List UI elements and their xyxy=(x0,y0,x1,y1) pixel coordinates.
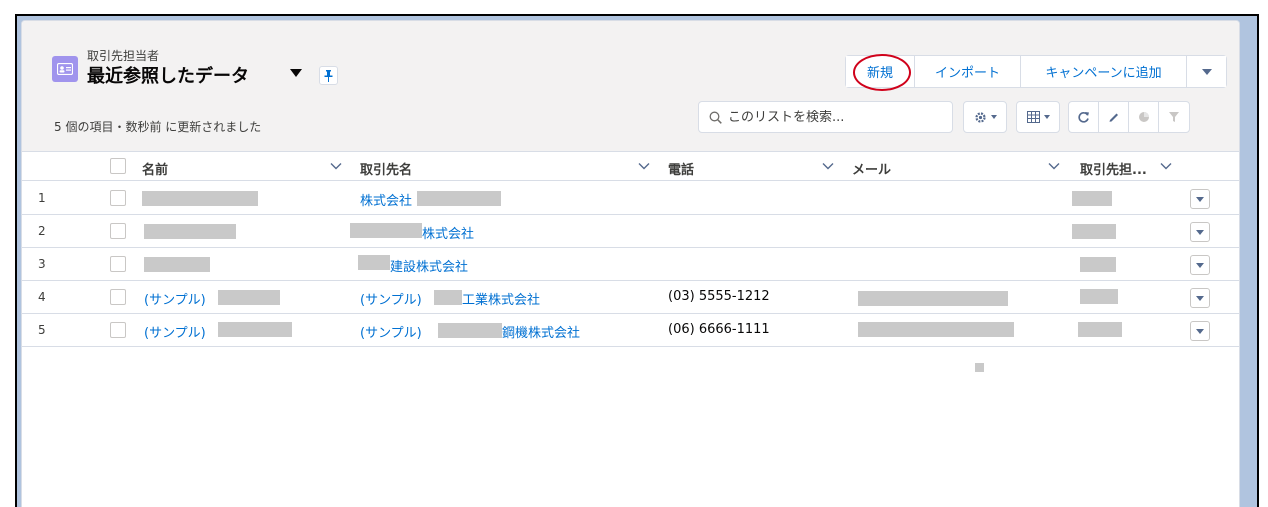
add-to-campaign-button[interactable]: キャンペーンに追加 xyxy=(1021,56,1187,87)
chart-icon xyxy=(1138,112,1149,122)
row-actions-button[interactable] xyxy=(1190,321,1210,341)
table-row: 1 株式会社 xyxy=(22,182,1239,215)
filters-button[interactable] xyxy=(1159,102,1189,132)
row-select-checkbox[interactable] xyxy=(110,322,126,338)
table-display-icon xyxy=(1026,111,1040,123)
column-header-name[interactable]: 名前 xyxy=(142,159,168,178)
chevron-down-icon[interactable] xyxy=(330,160,342,172)
contact-name-link[interactable]: (サンプル) xyxy=(144,322,206,341)
phone-value: (03) 5555-1212 xyxy=(668,289,770,304)
settings-gear-icon xyxy=(974,111,986,123)
redacted-name xyxy=(142,191,258,206)
inline-edit-button[interactable] xyxy=(1099,102,1129,132)
row-select-checkbox[interactable] xyxy=(110,256,126,272)
chevron-down-icon xyxy=(1196,262,1204,268)
list-view-card: 取引先担当者 最近参照したデータ 5 個の項目・数秒前 に更新されました 新規 … xyxy=(21,20,1240,507)
chevron-down-icon[interactable] xyxy=(638,160,650,172)
chevron-down-icon xyxy=(990,115,997,119)
row-actions-button[interactable] xyxy=(1190,222,1210,242)
table-row: 5 (サンプル) (サンプル) 鋼機株式会社 (06) 6666-1111 xyxy=(22,314,1239,347)
row-select-checkbox[interactable] xyxy=(110,223,126,239)
new-button[interactable]: 新規 xyxy=(846,54,915,91)
chevron-down-icon xyxy=(1201,68,1212,75)
chevron-down-icon[interactable] xyxy=(1160,160,1172,172)
chevron-down-icon[interactable] xyxy=(822,160,834,172)
redacted-name xyxy=(144,224,236,239)
chevron-down-icon xyxy=(1196,328,1204,334)
chevron-down-icon xyxy=(1196,229,1204,235)
redacted-email xyxy=(858,322,1014,337)
refresh-icon xyxy=(1078,111,1089,123)
loading-indicator xyxy=(975,363,984,372)
redacted-owner xyxy=(1072,191,1112,206)
account-name-link[interactable]: 株式会社 xyxy=(360,190,412,209)
contact-name-link[interactable]: (サンプル) xyxy=(144,289,206,308)
table-row: 2 株式会社 xyxy=(22,215,1239,248)
row-number: 5 xyxy=(38,323,46,337)
redacted-name xyxy=(144,257,210,272)
row-actions-button[interactable] xyxy=(1190,288,1210,308)
list-view-title[interactable]: 最近参照したデータ xyxy=(87,62,249,88)
row-select-checkbox[interactable] xyxy=(110,289,126,305)
row-number: 1 xyxy=(38,191,46,205)
row-number: 4 xyxy=(38,290,46,304)
redacted-email xyxy=(858,291,1008,306)
redacted-name xyxy=(218,290,280,305)
column-header-phone[interactable]: 電話 xyxy=(668,159,694,178)
table-row: 3 建設株式会社 xyxy=(22,248,1239,281)
table-header-row: 名前 取引先名 電話 メール 取引先担... xyxy=(22,152,1239,181)
redacted-account xyxy=(417,191,501,206)
account-prefix-link[interactable]: (サンプル) xyxy=(360,322,422,341)
redacted-account xyxy=(358,255,390,270)
list-search-input[interactable] xyxy=(728,109,948,125)
display-as-button[interactable] xyxy=(1016,101,1060,133)
redacted-name xyxy=(218,322,292,337)
table-row: 4 (サンプル) (サンプル) 工業株式会社 (03) 5555-1212 xyxy=(22,281,1239,314)
list-status-text: 5 個の項目・数秒前 に更新されました xyxy=(54,120,262,134)
phone-value: (06) 6666-1111 xyxy=(668,322,770,337)
redacted-owner xyxy=(1080,257,1116,272)
account-name-link[interactable]: 株式会社 xyxy=(422,223,474,242)
chevron-down-icon xyxy=(1043,115,1050,119)
filter-icon xyxy=(1169,112,1179,122)
row-number: 3 xyxy=(38,257,46,271)
redacted-owner xyxy=(1072,224,1116,239)
chevron-down-icon xyxy=(1196,295,1204,301)
action-button-group: 新規 インポート キャンペーンに追加 xyxy=(845,54,1227,91)
contact-object-icon xyxy=(52,56,78,82)
import-button[interactable]: インポート xyxy=(915,56,1021,87)
list-search-field[interactable] xyxy=(698,101,953,133)
column-header-account[interactable]: 取引先名 xyxy=(360,159,412,178)
list-view-header: 取引先担当者 最近参照したデータ 5 個の項目・数秒前 に更新されました 新規 … xyxy=(22,21,1239,152)
redacted-owner xyxy=(1078,322,1122,337)
row-actions-button[interactable] xyxy=(1190,255,1210,275)
row-number: 2 xyxy=(38,224,46,238)
list-tools-group xyxy=(1068,101,1190,133)
chevron-down-icon xyxy=(1196,196,1204,202)
list-view-switcher-chevron-icon[interactable] xyxy=(290,69,302,77)
redacted-owner xyxy=(1080,289,1118,304)
account-name-link[interactable]: 建設株式会社 xyxy=(390,256,468,275)
account-prefix-link[interactable]: (サンプル) xyxy=(360,289,422,308)
column-header-contact-owner[interactable]: 取引先担... xyxy=(1080,159,1147,178)
list-view-controls-button[interactable] xyxy=(963,101,1007,133)
redacted-account xyxy=(438,323,502,338)
pin-icon xyxy=(324,69,333,82)
search-icon xyxy=(709,111,722,124)
pin-list-view-button[interactable] xyxy=(319,66,338,85)
account-name-link[interactable]: 工業株式会社 xyxy=(462,289,540,308)
highlight-annotation xyxy=(853,54,911,91)
edit-pencil-icon xyxy=(1109,113,1118,122)
select-all-checkbox[interactable] xyxy=(110,158,126,174)
account-name-link[interactable]: 鋼機株式会社 xyxy=(502,322,580,341)
redacted-account xyxy=(434,290,462,305)
column-header-email[interactable]: メール xyxy=(852,159,891,178)
row-select-checkbox[interactable] xyxy=(110,190,126,206)
charts-button[interactable] xyxy=(1129,102,1159,132)
redacted-account xyxy=(350,223,422,238)
chevron-down-icon[interactable] xyxy=(1048,160,1060,172)
refresh-button[interactable] xyxy=(1069,102,1099,132)
row-actions-button[interactable] xyxy=(1190,189,1210,209)
more-actions-button[interactable] xyxy=(1187,56,1226,87)
